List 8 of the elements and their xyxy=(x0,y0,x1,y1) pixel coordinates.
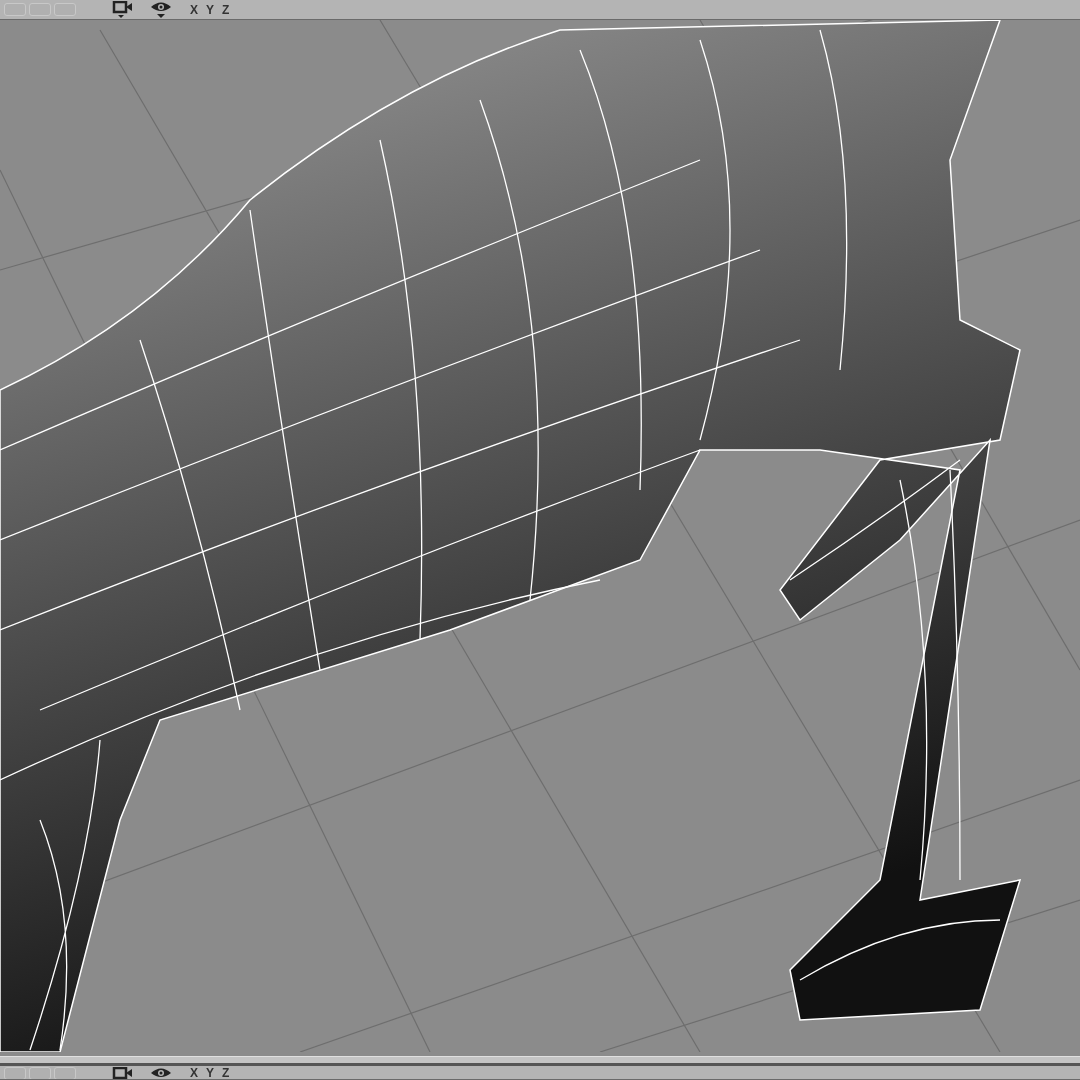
axis-toggle[interactable]: Y xyxy=(206,3,215,16)
camera-icon[interactable] xyxy=(112,0,134,19)
eye-icon[interactable] xyxy=(150,0,172,19)
axis-toggle[interactable]: Z xyxy=(222,1067,230,1079)
axis-toggle[interactable]: X xyxy=(190,1067,198,1079)
axis-toggle[interactable]: X xyxy=(190,3,198,16)
axis-toggle[interactable]: Z xyxy=(222,3,230,16)
axis-toggle[interactable]: Y xyxy=(206,1067,215,1079)
